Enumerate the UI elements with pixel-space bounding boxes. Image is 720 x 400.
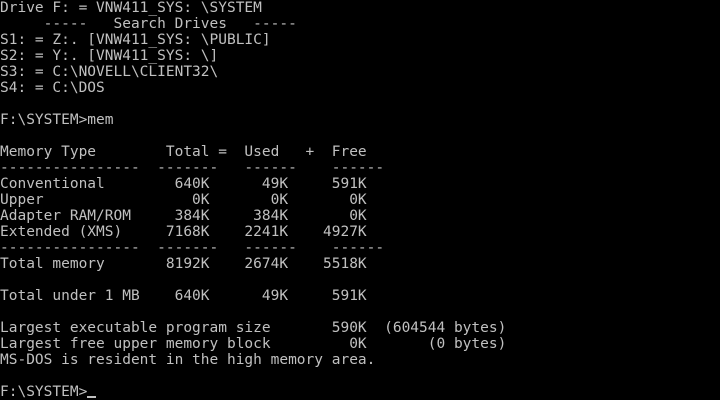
memory-row-conventional: Conventional 640K 49K 591K [0,176,367,192]
memory-row-extended: Extended (XMS) 7168K 2241K 4927K [0,224,367,240]
search-drive-s3: S3: = C:\NOVELL\CLIENT32\ [0,64,219,80]
mem-command-line: F:\SYSTEM>mem [0,112,114,128]
search-drives-header: ----- Search Drives ----- [0,16,297,32]
search-drive-s4: S4: = C:\DOS [0,80,105,96]
memory-table-separator: ---------------- ------- ------ ------ [0,160,385,176]
search-drive-s2: S2: = Y:. [VNW411_SYS: \] [0,48,219,64]
largest-upper-block-line: Largest free upper memory block 0K (0 by… [0,336,507,352]
memory-row-under-1mb: Total under 1 MB 640K 49K 591K [0,288,367,304]
memory-row-total: Total memory 8192K 2674K 5518K [0,256,367,272]
largest-executable-line: Largest executable program size 590K (60… [0,320,507,336]
memory-table-header: Memory Type Total = Used + Free [0,144,367,160]
command-prompt-line[interactable]: F:\SYSTEM> [0,384,720,400]
command-prompt: F:\SYSTEM> [0,384,88,400]
memory-table-separator: ---------------- ------- ------ ------ [0,240,385,256]
hma-status-line: MS-DOS is resident in the high memory ar… [0,352,376,368]
terminal-output: Drive F: = VNW411_SYS: \SYSTEM ----- Sea… [0,0,720,384]
search-drive-s1: S1: = Z:. [VNW411_SYS: \PUBLIC] [0,32,271,48]
memory-row-upper: Upper 0K 0K 0K [0,192,367,208]
memory-row-adapter: Adapter RAM/ROM 384K 384K 0K [0,208,367,224]
dos-terminal-screen[interactable]: Drive F: = VNW411_SYS: \SYSTEM ----- Sea… [0,0,720,400]
drive-mapping-line: Drive F: = VNW411_SYS: \SYSTEM [0,0,262,16]
text-cursor [87,396,97,398]
